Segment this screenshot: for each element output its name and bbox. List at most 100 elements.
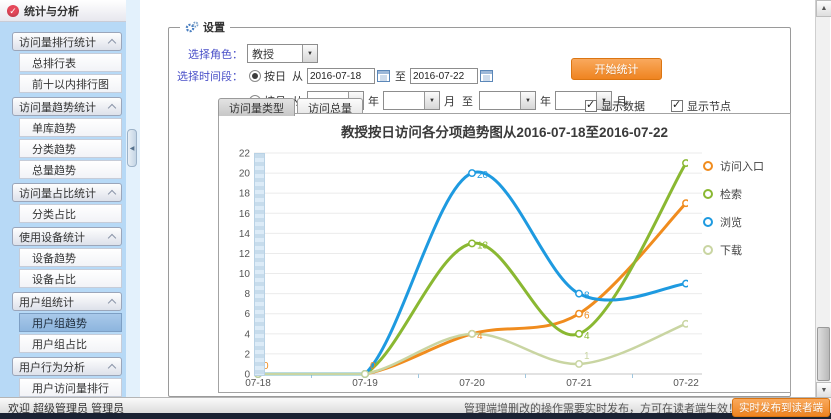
chart-legend: 访问入口检索浏览下载 (703, 152, 764, 264)
svg-text:2: 2 (244, 349, 250, 360)
legend-item-2[interactable]: 浏览 (703, 208, 764, 236)
chart-scroll-strip[interactable] (254, 153, 265, 376)
sidebar-group-label: 访问量排行统计 (19, 34, 109, 50)
month-label: 月 (444, 93, 455, 109)
legend-label: 浏览 (720, 214, 742, 230)
sidebar-group-0[interactable]: 访问量排行统计 (12, 32, 122, 51)
svg-text:4: 4 (584, 331, 590, 342)
svg-text:6: 6 (584, 311, 590, 322)
sidebar-item-1-2[interactable]: 总量趋势 (19, 160, 122, 179)
sidebar-header: ✓ 统计与分析 (0, 0, 126, 22)
chevron-down-icon: ▼ (424, 92, 439, 109)
vertical-scrollbar[interactable]: ▲ ▼ (815, 0, 830, 397)
legend-marker-icon (703, 245, 713, 255)
legend-item-0[interactable]: 访问入口 (703, 152, 764, 180)
legend-marker-icon (703, 161, 713, 171)
svg-text:16: 16 (239, 209, 251, 220)
gear-icon (185, 21, 199, 33)
sidebar-item-2-0[interactable]: 分类占比 (19, 204, 122, 223)
checkbox[interactable] (585, 100, 597, 112)
checkbox-label: 显示数据 (601, 98, 645, 114)
chevron-up-icon (108, 298, 116, 306)
date-to-input[interactable] (410, 68, 478, 84)
sidebar-group-5[interactable]: 用户行为分析 (12, 357, 122, 376)
display-option-1: 显示节点 (671, 98, 731, 114)
sidebar-group-2[interactable]: 访问量占比统计 (12, 183, 122, 202)
svg-text:20: 20 (477, 170, 489, 181)
chevron-up-icon (108, 363, 116, 371)
scrollbar-thumb[interactable] (817, 327, 830, 381)
checkbox-label: 显示节点 (687, 98, 731, 114)
sidebar-group-label: 访问量趋势统计 (19, 99, 109, 115)
sidebar-group-label: 使用设备统计 (19, 229, 109, 245)
legend-item-1[interactable]: 检索 (703, 180, 764, 208)
status-bar: 欢迎 超级管理员 管理员 管理端增删改的操作需要实时发布，方可在读者端生效！ (0, 397, 831, 414)
svg-text:07-18: 07-18 (245, 378, 271, 389)
daily-period-row: 选择时间段： 按日 从 至 (175, 68, 493, 84)
sidebar-item-3-0[interactable]: 设备趋势 (19, 248, 122, 267)
svg-text:18: 18 (239, 189, 251, 200)
to-year-select[interactable]: ▼ (479, 91, 536, 110)
calendar-icon[interactable] (480, 70, 493, 82)
chevron-up-icon (108, 233, 116, 241)
period-label: 选择时间段： (175, 68, 243, 84)
scroll-up-icon[interactable]: ▲ (816, 0, 831, 17)
svg-text:9: 9 (691, 281, 697, 292)
svg-text:22: 22 (239, 149, 251, 160)
check-badge-icon: ✓ (7, 5, 19, 17)
settings-legend: 设置 (180, 19, 230, 35)
svg-text:07-21: 07-21 (566, 378, 592, 389)
svg-text:10: 10 (239, 269, 251, 280)
svg-text:20: 20 (239, 169, 251, 180)
svg-text:5: 5 (691, 321, 697, 332)
tab-0[interactable]: 访问量类型 (218, 98, 295, 116)
svg-text:12: 12 (239, 249, 251, 260)
start-statistics-button[interactable]: 开始统计 (571, 58, 662, 80)
to-label: 至 (395, 68, 406, 84)
from-label: 从 (292, 68, 303, 84)
app-root: ✓ 统计与分析 访问量排行统计总排行表前十以内排行图访问量趋势统计单库趋势分类趋… (0, 0, 831, 419)
sidebar-item-3-1[interactable]: 设备占比 (19, 269, 122, 288)
checkbox[interactable] (671, 100, 683, 112)
publish-button[interactable]: 实时发布到读者端 (732, 398, 830, 417)
sidebar-item-4-1[interactable]: 用户组占比 (19, 334, 122, 353)
svg-text:4: 4 (244, 329, 250, 340)
svg-text:6: 6 (244, 309, 250, 320)
legend-label: 检索 (720, 186, 742, 202)
bottom-strip (0, 413, 831, 419)
sidebar-item-0-1[interactable]: 前十以内排行图 (19, 74, 122, 93)
svg-text:1: 1 (584, 351, 590, 362)
chevron-up-icon (108, 189, 116, 197)
legend-item-3[interactable]: 下载 (703, 236, 764, 264)
sidebar-group-1[interactable]: 访问量趋势统计 (12, 97, 122, 116)
sidebar-group-3[interactable]: 使用设备统计 (12, 227, 122, 246)
sidebar-item-4-0[interactable]: 用户组趋势 (19, 313, 122, 332)
sidebar-item-5-0[interactable]: 用户访问量排行 (19, 378, 122, 397)
from-month-select[interactable]: ▼ (383, 91, 440, 110)
year-label: 年 (540, 93, 551, 109)
svg-text:14: 14 (239, 229, 251, 240)
legend-label: 访问入口 (720, 158, 764, 174)
svg-text:07-22: 07-22 (673, 378, 699, 389)
sidebar-group-label: 用户行为分析 (19, 359, 109, 375)
sidebar-collapse-handle[interactable]: ◀ (127, 129, 137, 167)
role-select-value: 教授 (248, 45, 302, 62)
display-options: 显示数据 显示节点 (585, 98, 731, 114)
chart-panel: 教授按日访问各分项趋势图从2016-07-18至2016-07-22 02468… (218, 113, 791, 393)
sidebar-item-1-0[interactable]: 单库趋势 (19, 118, 122, 137)
sidebar-menu: 访问量排行统计总排行表前十以内排行图访问量趋势统计单库趋势分类趋势总量趋势访问量… (0, 22, 126, 418)
sidebar-group-label: 访问量占比统计 (19, 185, 109, 201)
date-from-input[interactable] (307, 68, 375, 84)
chevron-down-icon: ▼ (520, 92, 535, 109)
calendar-icon[interactable] (377, 70, 390, 82)
svg-text:0: 0 (370, 361, 376, 372)
sidebar-group-4[interactable]: 用户组统计 (12, 292, 122, 311)
sidebar-edge-strip (126, 0, 140, 397)
svg-text:17: 17 (691, 200, 703, 211)
daily-radio[interactable] (249, 70, 261, 82)
sidebar-title: 统计与分析 (24, 3, 79, 19)
sidebar-item-0-0[interactable]: 总排行表 (19, 53, 122, 72)
sidebar-item-1-1[interactable]: 分类趋势 (19, 139, 122, 158)
role-row: 选择角色： 教授 ▼ (175, 44, 318, 63)
role-select[interactable]: 教授 ▼ (247, 44, 318, 63)
